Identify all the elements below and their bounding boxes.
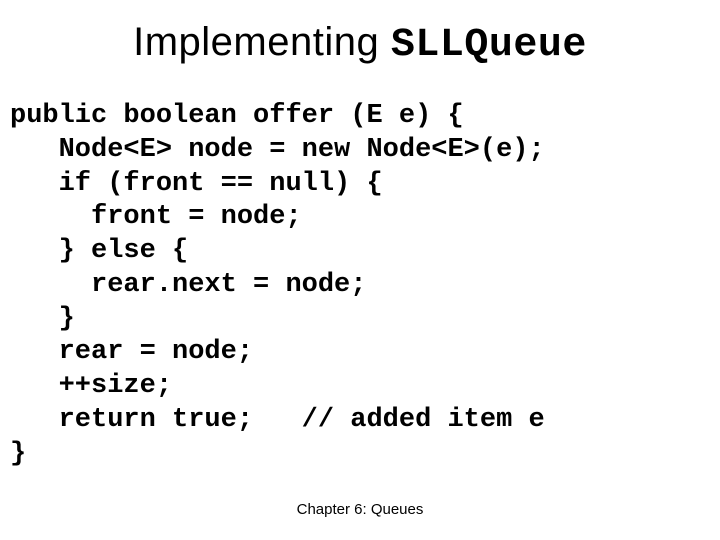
slide-title: Implementing SLLQueue	[0, 20, 720, 68]
code-block: public boolean offer (E e) { Node<E> nod…	[10, 100, 710, 471]
title-prefix: Implementing	[133, 20, 391, 64]
slide: Implementing SLLQueue public boolean off…	[0, 0, 720, 540]
title-classname: SLLQueue	[391, 23, 587, 68]
footer-text: Chapter 6: Queues	[0, 501, 720, 518]
